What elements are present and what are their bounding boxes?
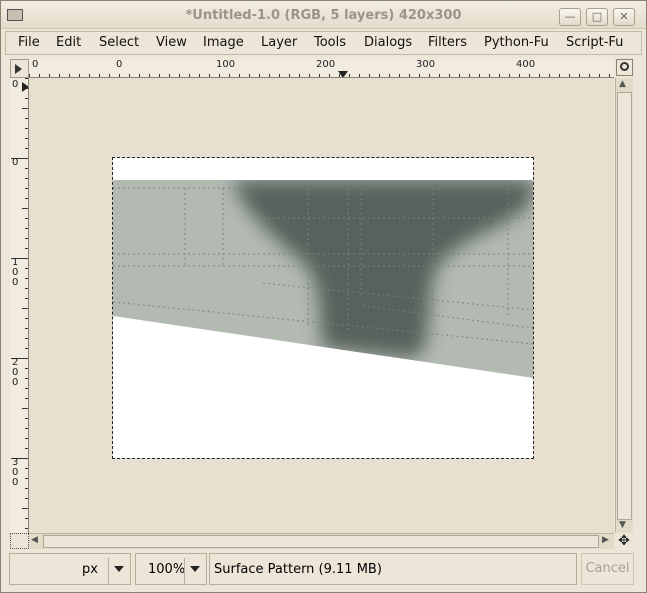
divider <box>108 558 109 584</box>
maximize-icon: □ <box>591 10 603 23</box>
ruler-label: 0 <box>12 79 19 90</box>
vertical-scrollbar[interactable]: ▲ ▼ <box>615 78 633 533</box>
window-title: *Untitled-1.0 (RGB, 5 layers) 420x300 <box>185 8 462 23</box>
pointer-marker-icon <box>22 82 28 92</box>
pointer-marker-icon <box>338 71 348 77</box>
menu-image[interactable]: Image <box>203 35 244 50</box>
menu-view[interactable]: View <box>156 35 187 50</box>
triangle-right-icon <box>15 64 22 74</box>
status-text: Surface Pattern (9.11 MB) <box>214 562 382 577</box>
horizontal-ruler[interactable]: 0 0 100 200 300 400 <box>29 59 614 78</box>
vertical-ruler[interactable]: 0 0 100 200 300 <box>10 78 29 533</box>
image-window: *Untitled-1.0 (RGB, 5 layers) 420x300 — … <box>0 0 647 593</box>
ruler-tick <box>22 208 28 209</box>
minimize-icon: — <box>564 10 576 23</box>
maximize-button[interactable]: □ <box>586 8 608 26</box>
ruler-tick <box>22 408 28 409</box>
horizontal-scroll-thumb[interactable] <box>43 535 599 548</box>
menu-filters[interactable]: Filters <box>428 35 467 50</box>
zoom-fit-button[interactable] <box>616 59 633 76</box>
menu-script-fu[interactable]: Script-Fu <box>566 35 623 50</box>
navigate-button[interactable]: ✥ <box>615 533 633 549</box>
ruler-label: 0 <box>116 59 123 70</box>
close-icon: ✕ <box>619 10 629 23</box>
ruler-tick <box>22 508 28 509</box>
scroll-down-icon[interactable]: ▼ <box>619 520 626 530</box>
horizontal-scrollbar[interactable]: ◀ ▶ <box>29 533 614 549</box>
chevron-down-icon[interactable] <box>190 566 200 572</box>
magnifier-icon <box>620 62 629 71</box>
menu-select[interactable]: Select <box>99 35 139 50</box>
ruler-label: 300 <box>416 59 436 70</box>
surface-pattern-render <box>113 158 533 458</box>
status-message: Surface Pattern (9.11 MB) <box>209 553 577 585</box>
menu-bar: File Edit Select View Image Layer Tools … <box>5 31 642 55</box>
ruler-label: 200 <box>12 357 19 388</box>
ruler-label: 300 <box>12 457 19 488</box>
ruler-menu-button[interactable] <box>10 59 29 78</box>
unit-selector[interactable]: px <box>82 562 98 577</box>
minimize-button[interactable]: — <box>559 8 581 26</box>
close-button[interactable]: ✕ <box>613 8 635 26</box>
image-canvas[interactable] <box>112 157 534 459</box>
ruler-tick <box>22 108 28 109</box>
ruler-label: 0 <box>12 157 19 168</box>
title-bar: *Untitled-1.0 (RGB, 5 layers) 420x300 — … <box>1 1 646 29</box>
divider <box>184 558 185 584</box>
menu-layer[interactable]: Layer <box>261 35 297 50</box>
status-bar: px 100% Surface Pattern (9.11 MB) Cancel <box>1 551 646 592</box>
menu-tools[interactable]: Tools <box>314 35 346 50</box>
surface-mask-top <box>113 158 533 180</box>
four-arrows-icon: ✥ <box>618 533 630 549</box>
ruler-label: 0 <box>32 59 39 70</box>
canvas-viewport[interactable] <box>29 78 614 533</box>
quick-mask-toggle[interactable] <box>10 533 29 549</box>
ruler-label: 400 <box>516 59 536 70</box>
ruler-label: 100 <box>12 257 19 288</box>
scroll-left-icon[interactable]: ◀ <box>31 535 38 545</box>
zoom-value[interactable]: 100% <box>148 562 185 577</box>
ruler-label: 100 <box>216 59 236 70</box>
menu-dialogs[interactable]: Dialogs <box>364 35 412 50</box>
scroll-up-icon[interactable]: ▲ <box>619 79 626 89</box>
ruler-label: 200 <box>316 59 336 70</box>
zoom-combo[interactable]: 100% <box>135 553 207 585</box>
cancel-button[interactable]: Cancel <box>581 553 634 585</box>
menu-edit[interactable]: Edit <box>56 35 81 50</box>
scroll-right-icon[interactable]: ▶ <box>602 535 609 545</box>
vertical-scroll-thumb[interactable] <box>617 92 632 520</box>
ruler-tick <box>22 308 28 309</box>
menu-python-fu[interactable]: Python-Fu <box>484 35 549 50</box>
menu-file[interactable]: File <box>18 35 40 50</box>
pointer-coordinates: px <box>9 553 131 585</box>
chevron-down-icon[interactable] <box>114 566 124 572</box>
